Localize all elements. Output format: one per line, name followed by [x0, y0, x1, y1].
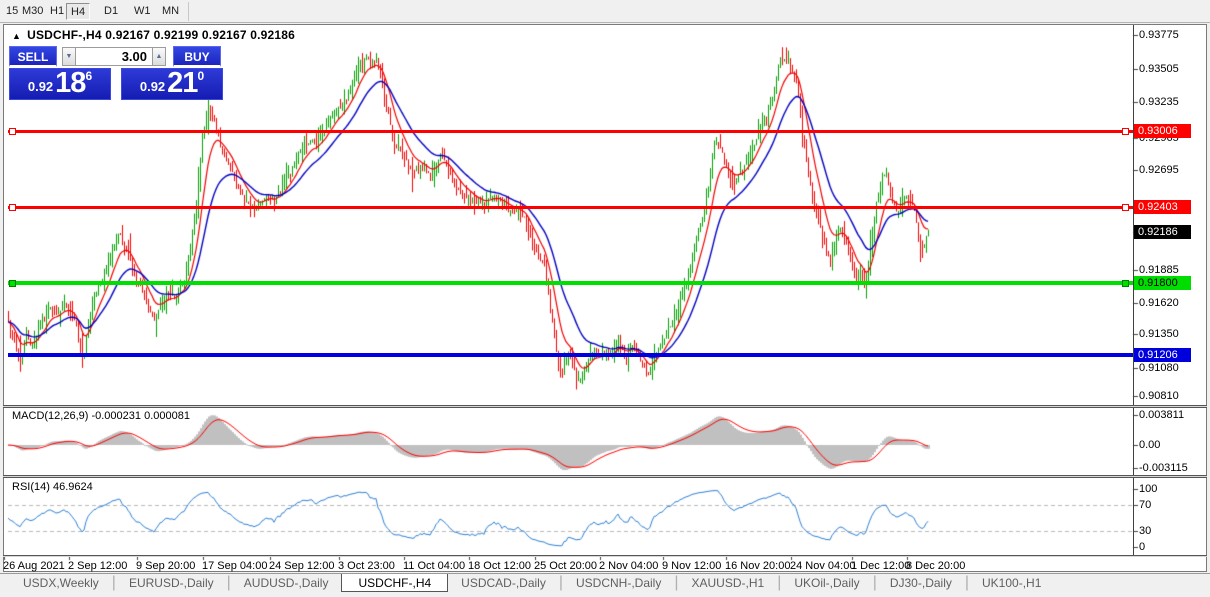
rsi-tick-label: 0 [1139, 541, 1146, 553]
collapse-arrow-icon[interactable]: ▲ [12, 31, 21, 41]
chart-tab-usdcad-daily[interactable]: USDCAD-,Daily [448, 574, 559, 592]
chart-tab-bar: USDX,Weekly | EURUSD-,Daily | AUDUSD-,Daily U… [0, 573, 1210, 592]
chart-tab-uk100-h1[interactable]: UK100-,H1 [969, 574, 1054, 592]
price-tick-label: 0.93235 [1139, 96, 1179, 108]
price-tick-label: 0.93775 [1139, 29, 1179, 41]
time-axis-label: 2 Nov 04:00 [599, 560, 659, 572]
sell-price-digits: 18 [55, 67, 86, 99]
price-line-label: 0.91800 [1134, 276, 1191, 290]
chart-title-text: USDCHF-,H4 0.92167 0.92199 0.92167 0.921… [27, 28, 296, 42]
time-axis-label: 1 Dec 12:00 [851, 560, 911, 572]
chart-tab-usdcnh-daily[interactable]: USDCNH-,Daily [563, 574, 674, 592]
sell-price-panel[interactable]: 0.92 18 6 [9, 68, 111, 100]
chart-title: ▲ USDCHF-,H4 0.92167 0.92199 0.92167 0.92… [12, 28, 295, 42]
trading-terminal: 15M30H1H4D1W1MN ▲USDCHF-,H4 0.92167 0.92… [0, 0, 1210, 597]
time-axis-label: 25 Oct 20:00 [534, 560, 597, 572]
sell-price-prefix: 0.92 [27, 79, 54, 94]
time-axis-splitter [3, 555, 1207, 557]
buy-price-pip: 0 [197, 69, 205, 83]
resistance-line-1-handle[interactable] [1122, 128, 1129, 135]
time-axis-label: 9 Sep 20:00 [136, 560, 196, 572]
resistance-line-1-handle[interactable] [9, 128, 16, 135]
time-axis-label: 18 Oct 12:00 [468, 560, 531, 572]
time-axis-label: 8 Dec 20:00 [906, 560, 966, 572]
rsi-tick-label: 70 [1139, 499, 1152, 511]
sell-price-pip: 6 [85, 69, 93, 83]
time-axis-label: 11 Oct 04:00 [403, 560, 466, 572]
price-tick-label: 0.91080 [1139, 362, 1179, 374]
support-line[interactable] [8, 281, 1133, 285]
time-axis-label: 24 Sep 12:00 [269, 560, 335, 572]
support-line-handle[interactable] [9, 280, 16, 287]
chart-tab-usdchf-h4[interactable]: USDCHF-,H4 [341, 574, 449, 592]
price-line-label: 0.92403 [1134, 200, 1191, 214]
chart-tab-dj30-daily[interactable]: DJ30-,Daily [877, 574, 965, 592]
time-axis-label: 16 Nov 20:00 [725, 560, 791, 572]
price-tick-label: 0.93505 [1139, 63, 1179, 75]
buy-price-prefix: 0.92 [139, 79, 166, 94]
time-axis-label: 26 Aug 2021 [3, 560, 65, 572]
price-tick-label: 0.91350 [1139, 328, 1179, 340]
macd-indicator-label: MACD(12,26,9) -0.000231 0.000081 [12, 410, 190, 422]
price-tick-label: 0.91885 [1139, 264, 1179, 276]
rsi-indicator-label: RSI(14) 46.9624 [12, 481, 93, 493]
volume-input[interactable] [76, 47, 152, 66]
macd-tick-label: -0.003115 [1139, 462, 1188, 474]
rsi-tick-label: 30 [1139, 525, 1152, 537]
resistance-line-1[interactable] [8, 130, 1133, 133]
buy-button[interactable]: BUY [173, 46, 221, 67]
spinner-up-icon: ▲ [155, 53, 163, 60]
macd-tick-label: 0.00 [1139, 439, 1161, 451]
price-tick-label: 0.91620 [1139, 297, 1179, 309]
rsi-panel-splitter[interactable] [3, 475, 1207, 478]
sell-button[interactable]: SELL [9, 46, 57, 67]
buy-price-digits: 21 [167, 67, 198, 99]
volume-decrease-button[interactable]: ▼ [62, 47, 76, 66]
price-tick-label: 0.90810 [1139, 390, 1179, 402]
lower-line[interactable] [8, 353, 1133, 357]
resistance-line-2[interactable] [8, 206, 1133, 209]
time-axis-label: 24 Nov 04:00 [790, 560, 856, 572]
time-axis-label: 17 Sep 04:00 [202, 560, 268, 572]
rsi-tick-label: 100 [1139, 483, 1158, 495]
macd-tick-label: 0.003811 [1139, 409, 1185, 421]
price-line-label: 0.91206 [1134, 348, 1191, 362]
resistance-line-2-handle[interactable] [1122, 204, 1129, 211]
price-tick-label: 0.92695 [1139, 164, 1179, 176]
buy-price-panel[interactable]: 0.92 21 0 [121, 68, 223, 100]
chart-tab-usdx-weekly[interactable]: USDX,Weekly [10, 574, 112, 592]
chart-tab-ukoil-daily[interactable]: UKOil-,Daily [781, 574, 872, 592]
price-line-label: 0.92186 [1134, 225, 1191, 239]
time-axis-label: 3 Oct 23:00 [338, 560, 395, 572]
support-line-handle[interactable] [1122, 280, 1129, 287]
price-line-label: 0.93006 [1134, 124, 1191, 138]
one-click-trading-widget: SELL ▼ ▲ BUY 0.92186 0.92210 [9, 46, 223, 100]
time-axis-label: 2 Sep 12:00 [68, 560, 128, 572]
volume-increase-button[interactable]: ▲ [152, 47, 166, 66]
chart-tab-eurusd-daily[interactable]: EURUSD-,Daily [116, 574, 227, 592]
time-axis-label: 9 Nov 12:00 [662, 560, 722, 572]
chart-tab-xauusd-h1[interactable]: XAUUSD-,H1 [679, 574, 778, 592]
macd-panel-splitter[interactable] [3, 405, 1207, 408]
resistance-line-2-handle[interactable] [9, 204, 16, 211]
spinner-down-icon: ▼ [65, 53, 73, 60]
chart-tab-audusd-daily[interactable]: AUDUSD-,Daily [231, 574, 342, 592]
